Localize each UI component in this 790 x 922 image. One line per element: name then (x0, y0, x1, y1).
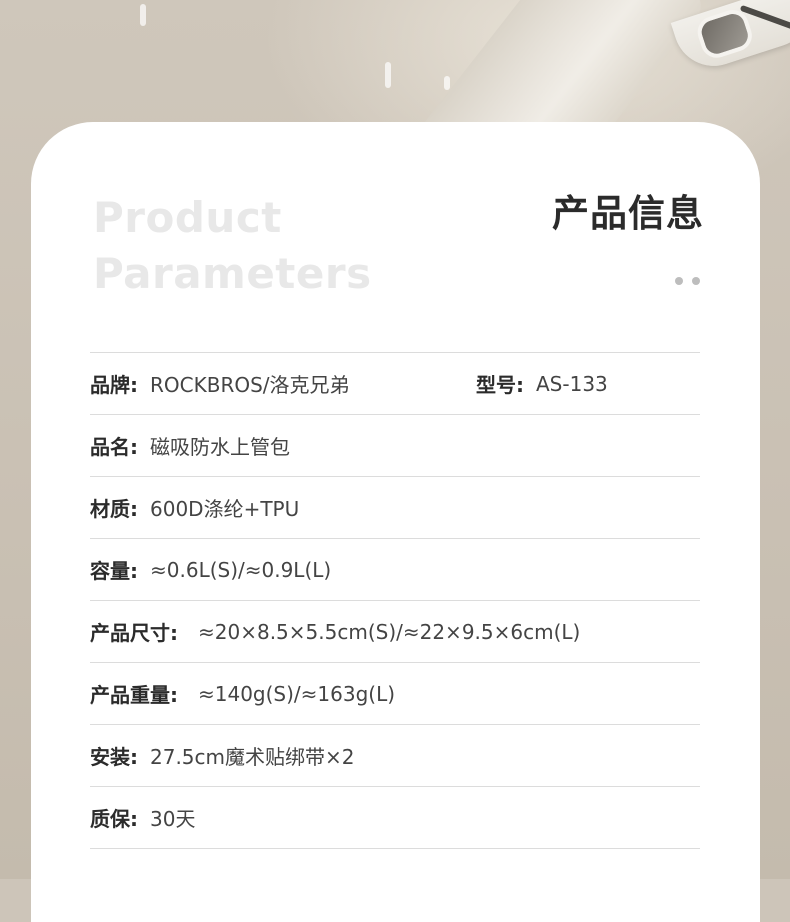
param-row-install: 安装: 27.5cm魔术贴绑带×2 (90, 725, 700, 787)
dot-icon (692, 277, 700, 285)
decorative-dots (675, 277, 700, 285)
install-label: 安装: (90, 745, 138, 769)
title-english-line2: Parameters (93, 249, 372, 298)
brand-value: ROCKBROS/洛克兄弟 (150, 373, 350, 397)
model-label: 型号: (476, 373, 524, 397)
water-drop (444, 76, 450, 90)
install-value: 27.5cm魔术贴绑带×2 (150, 745, 355, 769)
brand-label: 品牌: (90, 373, 138, 397)
param-row-brand: 品牌: ROCKBROS/洛克兄弟 型号: AS-133 (90, 353, 700, 415)
weight-value: ≈140g(S)/≈163g(L) (198, 681, 396, 706)
param-row-warranty: 质保: 30天 (90, 787, 700, 849)
phone-window (693, 5, 756, 62)
material-value: 600D涤纶+TPU (150, 497, 300, 521)
product-info-card: Product Parameters 产品信息 品牌: ROCKBROS/洛克兄… (31, 122, 760, 922)
name-label: 品名: (90, 435, 138, 459)
capacity-value: ≈0.6L(S)/≈0.9L(L) (150, 557, 332, 582)
water-drop (385, 62, 391, 88)
name-value: 磁吸防水上管包 (150, 435, 290, 459)
param-row-material: 材质: 600D涤纶+TPU (90, 477, 700, 539)
model-value: AS-133 (536, 371, 608, 396)
model-pair: 型号: AS-133 (476, 353, 608, 414)
param-row-capacity: 容量: ≈0.6L(S)/≈0.9L(L) (90, 539, 700, 601)
title-english-line1: Product (93, 193, 282, 242)
capacity-label: 容量: (90, 559, 138, 583)
weight-label: 产品重量: (90, 683, 178, 707)
size-label: 产品尺寸: (90, 621, 178, 645)
dot-icon (675, 277, 683, 285)
param-row-name: 品名: 磁吸防水上管包 (90, 415, 700, 477)
warranty-label: 质保: (90, 807, 138, 831)
param-row-size: 产品尺寸: ≈20×8.5×5.5cm(S)/≈22×9.5×6cm(L) (90, 601, 700, 663)
warranty-value: 30天 (150, 807, 196, 831)
title-chinese: 产品信息 (552, 192, 704, 235)
title-english: Product Parameters (93, 190, 372, 302)
param-row-weight: 产品重量: ≈140g(S)/≈163g(L) (90, 663, 700, 725)
size-value: ≈20×8.5×5.5cm(S)/≈22×9.5×6cm(L) (198, 619, 581, 644)
water-drop (140, 4, 146, 26)
material-label: 材质: (90, 497, 138, 521)
parameters-table: 品牌: ROCKBROS/洛克兄弟 型号: AS-133 品名: 磁吸防水上管包… (90, 352, 700, 849)
